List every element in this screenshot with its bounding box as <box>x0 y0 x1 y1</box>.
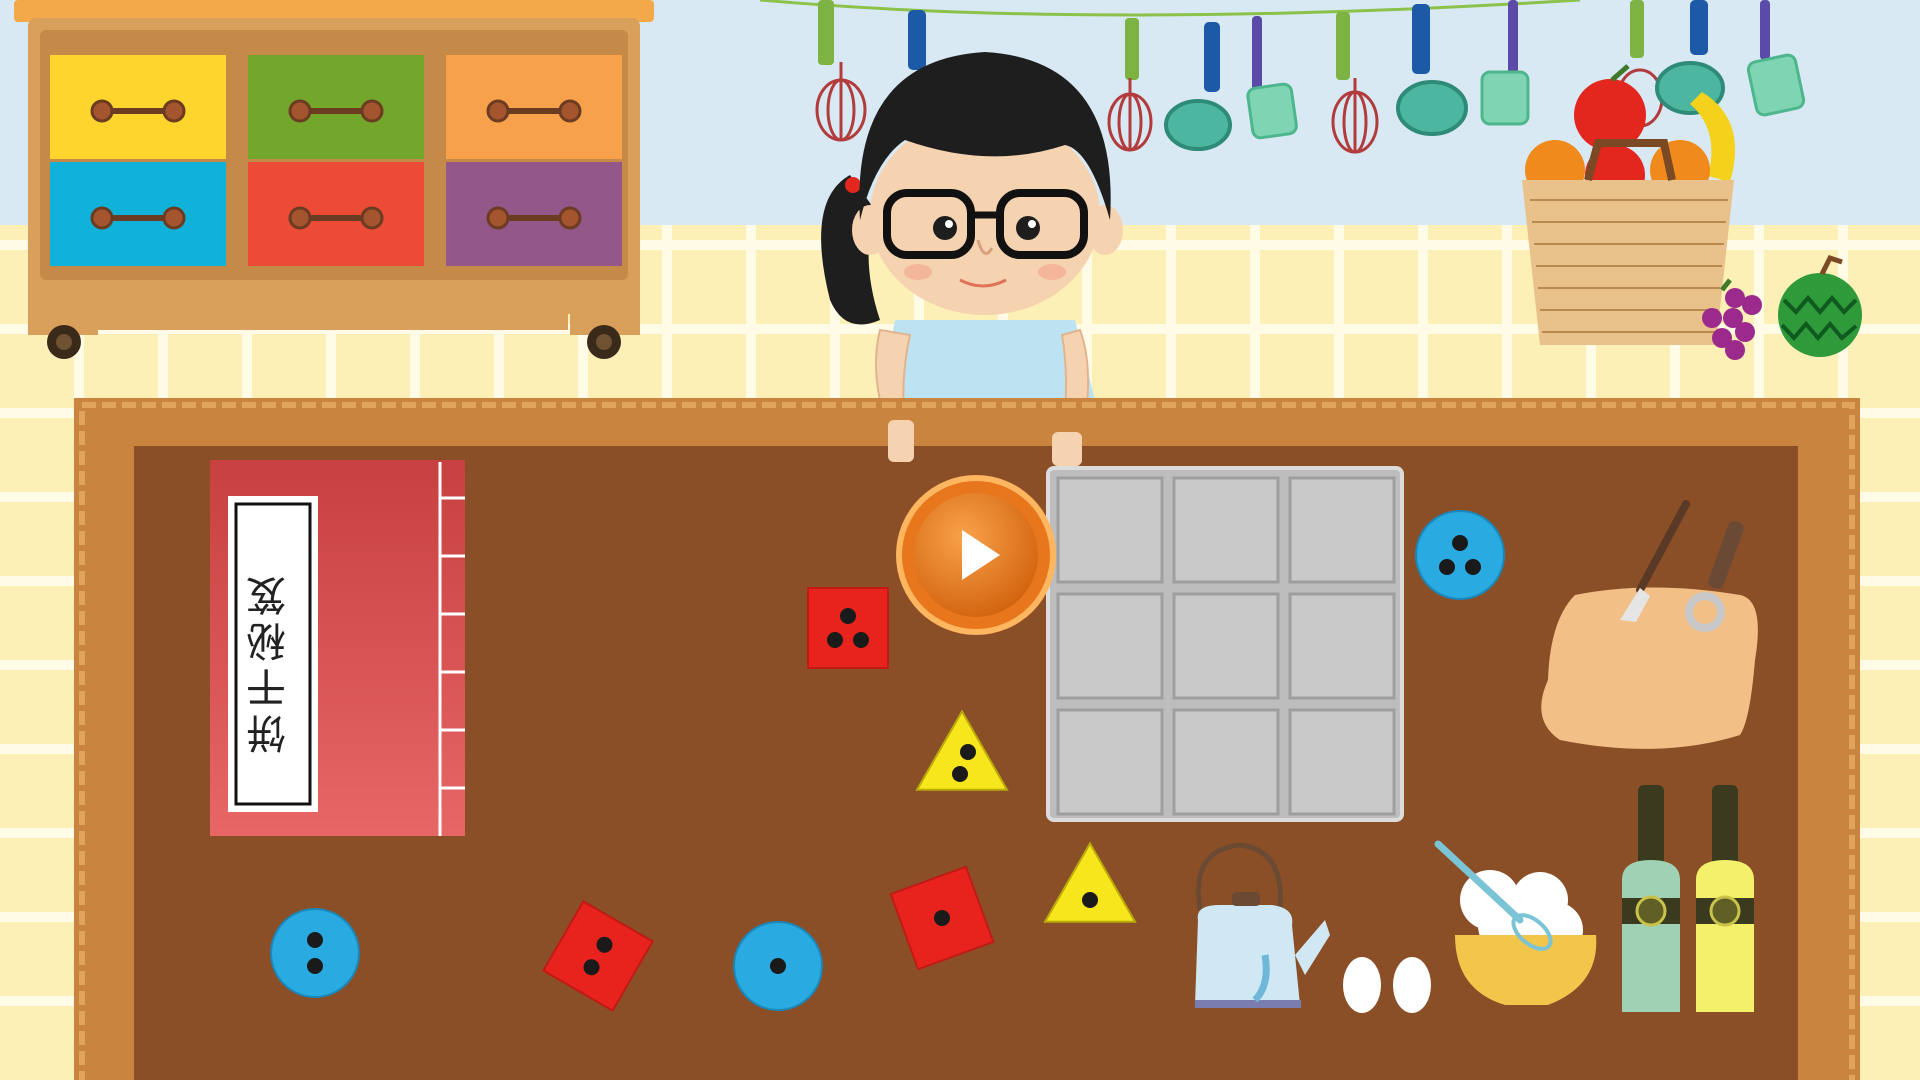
drawer[interactable] <box>446 162 622 266</box>
spatula-icon <box>1480 0 1530 126</box>
grid-cell[interactable] <box>1056 592 1164 700</box>
ladle-icon <box>1655 0 1725 115</box>
whisk-icon <box>1331 12 1379 154</box>
whisk-icon <box>1107 18 1153 152</box>
grid-cell[interactable] <box>1056 476 1164 584</box>
drawer[interactable] <box>248 55 424 159</box>
ladle-icon <box>1164 22 1232 151</box>
grid-cell[interactable] <box>1172 476 1280 584</box>
grid-cells <box>1056 476 1396 816</box>
ladle-icon <box>1396 4 1468 136</box>
whisk-icon <box>815 0 867 142</box>
cookbook-title: 饼干秘笈 <box>247 570 293 754</box>
grid-cell[interactable] <box>1172 708 1280 816</box>
blue-circle-piece[interactable] <box>733 921 823 1011</box>
spatula-icon <box>1246 16 1298 140</box>
grid-cell[interactable] <box>1288 592 1396 700</box>
drawer[interactable] <box>446 55 622 159</box>
grid-cell[interactable] <box>1056 708 1164 816</box>
blue-circle-piece[interactable] <box>1415 510 1505 600</box>
grid-cell[interactable] <box>1288 476 1396 584</box>
fruit-basket <box>1522 64 1736 345</box>
watermelon <box>1778 254 1862 357</box>
drawer[interactable] <box>50 55 226 159</box>
red-square-piece[interactable] <box>807 587 889 669</box>
play-button[interactable] <box>896 475 1056 635</box>
spatula-icon <box>1746 0 1806 117</box>
ladle-icon <box>908 10 926 70</box>
grid-cell[interactable] <box>1288 708 1396 816</box>
grid-cell[interactable] <box>1172 592 1280 700</box>
drawer[interactable] <box>50 162 226 266</box>
blue-circle-piece[interactable] <box>270 908 360 998</box>
drawer[interactable] <box>248 162 424 266</box>
